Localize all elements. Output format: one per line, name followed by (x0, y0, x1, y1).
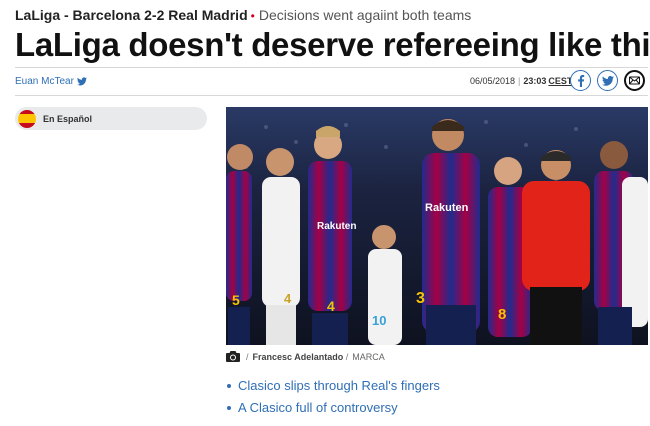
share-email-button[interactable] (624, 70, 645, 91)
twitter-bird-icon (76, 77, 87, 86)
svg-text:4: 4 (327, 298, 335, 314)
bullet-dot (227, 406, 231, 410)
kicker-subtitle: Decisions went agaiint both teams (258, 7, 472, 23)
svg-text:4: 4 (284, 291, 292, 306)
related-link-item[interactable]: Clasico slips through Real's fingers (226, 375, 440, 397)
player-barcelona-5: 5 (226, 144, 253, 345)
photo-credit: / Francesc Adelantado / MARCA (226, 351, 385, 362)
publish-time: 23:03 (523, 76, 547, 86)
publish-date: 06/05/2018 (470, 76, 516, 86)
twitter-icon (601, 75, 614, 86)
photographer-name: Francesc Adelantado (252, 351, 344, 362)
related-link-text[interactable]: A Clasico full of controversy (238, 397, 398, 419)
article-photo[interactable]: 5 4 Rakuten 4 10 Rakuten 3 8 (226, 107, 648, 345)
byline-bottom-divider (15, 95, 648, 96)
svg-text:5: 5 (232, 292, 240, 308)
camera-icon (226, 351, 240, 362)
photo-agency: MARCA (352, 351, 385, 362)
mail-icon (629, 76, 640, 85)
kicker-separator-dot: • (250, 9, 255, 23)
svg-text:Rakuten: Rakuten (425, 202, 469, 214)
svg-text:10: 10 (372, 313, 386, 328)
svg-text:8: 8 (498, 306, 506, 323)
facebook-icon (577, 74, 584, 87)
kicker: LaLiga - Barcelona 2-2 Real Madrid • Decis… (15, 7, 471, 23)
author-link[interactable]: Euan McTear (15, 76, 87, 87)
language-switch-label: En Español (43, 113, 93, 124)
dateline-separator: | (518, 76, 521, 86)
related-links-list: Clasico slips through Real's fingers A C… (226, 375, 440, 419)
related-link-text[interactable]: Clasico slips through Real's fingers (238, 375, 440, 397)
svg-text:Rakuten: Rakuten (317, 221, 356, 232)
publish-dateline: 06/05/2018 | 23:03 CEST (470, 76, 572, 86)
author-name: Euan McTear (15, 76, 74, 87)
article-photo-image: 5 4 Rakuten 4 10 Rakuten 3 8 (226, 107, 648, 345)
kicker-match[interactable]: LaLiga - Barcelona 2-2 Real Madrid (15, 7, 248, 23)
svg-text:3: 3 (416, 290, 425, 307)
share-facebook-button[interactable] (570, 70, 591, 91)
spain-flag-icon (18, 109, 36, 128)
credit-separator-2: / (343, 351, 349, 362)
share-twitter-button[interactable] (597, 70, 618, 91)
byline-top-divider (15, 67, 648, 68)
language-switch-button[interactable]: En Español (15, 107, 207, 130)
bullet-dot (227, 384, 231, 388)
publish-timezone: CEST (548, 76, 573, 86)
related-link-item[interactable]: A Clasico full of controversy (226, 397, 440, 419)
credit-separator: / (246, 351, 249, 362)
page-title: LaLiga doesn't deserve refereeing like t… (15, 26, 650, 63)
